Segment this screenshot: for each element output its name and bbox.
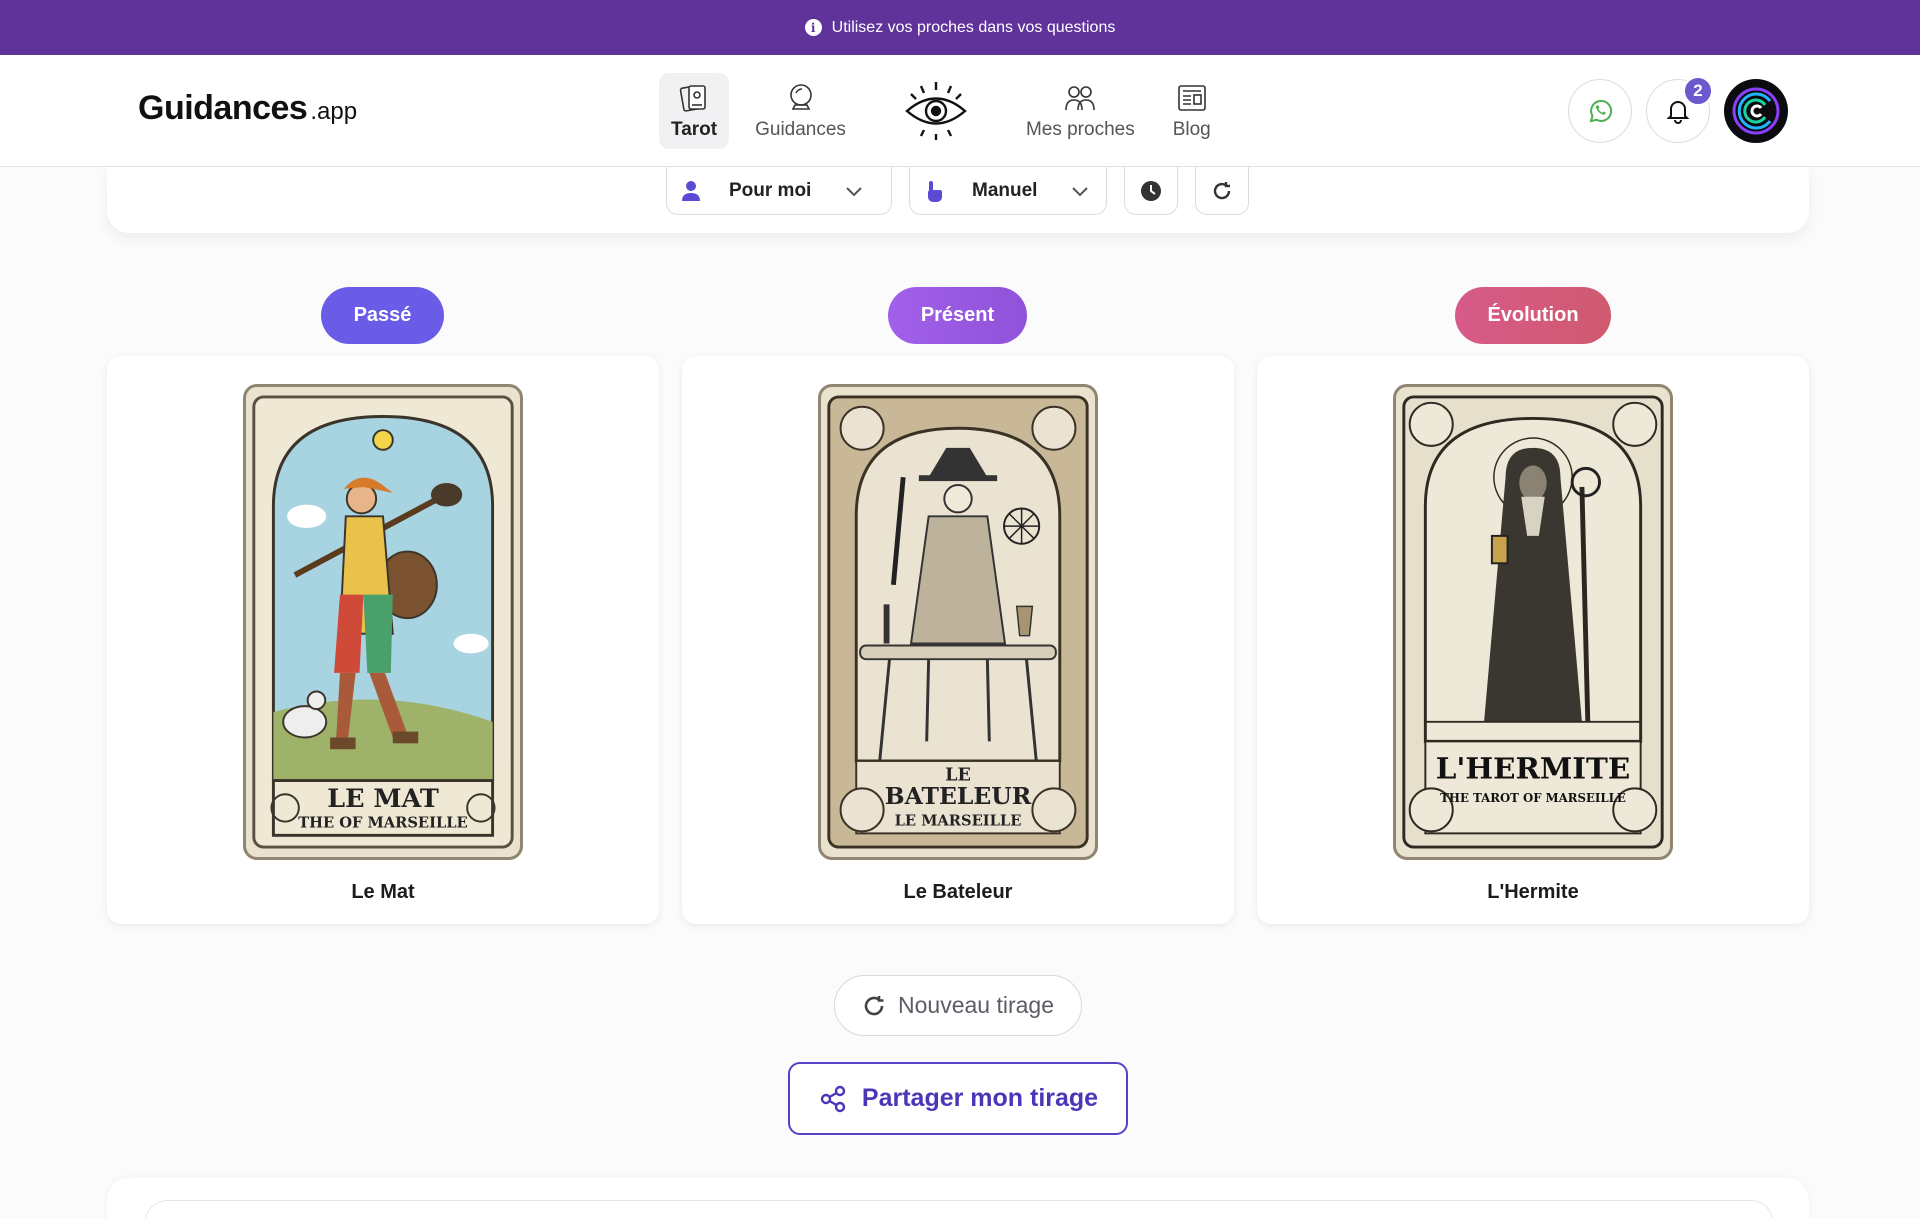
- tarot-card-le-mat[interactable]: LE MAT THE OF MARSEILLE: [243, 384, 523, 860]
- nav-mes-proches-label: Mes proches: [1025, 119, 1135, 140]
- chevron-down-icon: [846, 186, 863, 196]
- logo[interactable]: Guidances .app: [138, 89, 357, 128]
- info-banner: i Utilisez vos proches dans vos question…: [0, 0, 1920, 55]
- nav-tarot-label: Tarot: [671, 119, 718, 140]
- nav-eye[interactable]: [894, 73, 978, 149]
- profile-logo-icon: [1732, 87, 1780, 135]
- card-panel-present[interactable]: LE BATELEUR LE MARSEILLE Le Bateleur: [682, 356, 1234, 924]
- people-icon: [1065, 86, 1096, 111]
- subject-select-value: Pour moi: [729, 179, 812, 201]
- l-hermite-card-title: L'HERMITE: [1436, 751, 1631, 786]
- nav-blog[interactable]: Blog: [1161, 73, 1223, 149]
- user-icon: [682, 180, 700, 201]
- notifications-button[interactable]: 2: [1646, 76, 1713, 143]
- draw-controls: Pour moi Manuel: [666, 167, 1249, 215]
- history-button[interactable]: [1124, 167, 1178, 215]
- card-name-past: Le Mat: [351, 881, 415, 903]
- le-bateleur-card-art: LE BATELEUR LE MARSEILLE: [827, 395, 1089, 849]
- interpretation-panel-inner: [145, 1200, 1773, 1218]
- le-bateleur-card-title: BATELEUR: [885, 782, 1032, 810]
- refresh-icon: [864, 995, 884, 1015]
- pointer-hand-icon: [928, 180, 942, 202]
- tarot-cards-icon: [679, 85, 706, 112]
- logo-main: Guidances: [138, 89, 308, 127]
- chevron-down-icon: [1072, 186, 1089, 196]
- l-hermite-card-art: L'HERMITE THE TAROT OF MARSEILLE: [1402, 395, 1664, 849]
- nav-tarot[interactable]: Tarot: [659, 73, 730, 149]
- whatsapp-icon: [1589, 99, 1613, 123]
- avatar[interactable]: [1724, 79, 1788, 143]
- main-nav: Tarot Guidances Mes proches Blog: [659, 73, 1237, 149]
- l-hermite-card-subtitle: THE TAROT OF MARSEILLE: [1440, 791, 1626, 805]
- position-pill-past: Passé: [321, 287, 444, 344]
- header: Guidances .app Tarot Guidances Mes proch…: [0, 55, 1920, 167]
- refresh-button[interactable]: [1195, 167, 1249, 215]
- nav-blog-label: Blog: [1172, 119, 1211, 140]
- mode-select-value: Manuel: [972, 179, 1038, 201]
- crystal-ball-icon: [789, 84, 812, 110]
- card-panel-past[interactable]: LE MAT THE OF MARSEILLE Le Mat: [107, 356, 659, 924]
- le-mat-card-art: LE MAT THE OF MARSEILLE: [252, 395, 514, 849]
- position-pill-present: Présent: [888, 287, 1027, 344]
- position-pill-evolution: Évolution: [1455, 287, 1611, 344]
- card-name-present: Le Bateleur: [903, 881, 1013, 903]
- nav-guidances-label: Guidances: [755, 119, 846, 140]
- tarot-card-l-hermite[interactable]: L'HERMITE THE TAROT OF MARSEILLE: [1393, 384, 1673, 860]
- le-bateleur-card-subtitle: LE MARSEILLE: [895, 813, 1022, 830]
- tarot-card-le-bateleur[interactable]: LE BATELEUR LE MARSEILLE: [818, 384, 1098, 860]
- refresh-icon: [1213, 181, 1231, 199]
- nav-guidances[interactable]: Guidances: [743, 73, 858, 149]
- header-actions: 2: [1568, 76, 1788, 143]
- clock-icon: [1141, 180, 1161, 201]
- card-name-evolution: L'Hermite: [1487, 881, 1579, 903]
- newspaper-icon: [1177, 85, 1206, 111]
- eye-icon: [905, 82, 967, 140]
- share-icon: [820, 1085, 846, 1112]
- banner-text: Utilisez vos proches dans vos questions: [831, 18, 1116, 36]
- info-icon: i: [804, 19, 822, 36]
- nav-mes-proches[interactable]: Mes proches: [1014, 73, 1147, 149]
- whatsapp-button[interactable]: [1568, 79, 1632, 143]
- notifications-badge: 2: [1683, 76, 1713, 106]
- new-draw-label: Nouveau tirage: [898, 992, 1054, 1018]
- le-mat-card-title: LE MAT: [327, 783, 439, 813]
- mode-select[interactable]: Manuel: [909, 167, 1107, 215]
- share-draw-button[interactable]: Partager mon tirage: [788, 1062, 1128, 1135]
- new-draw-button[interactable]: Nouveau tirage: [834, 975, 1082, 1036]
- subject-select[interactable]: Pour moi: [666, 167, 892, 215]
- logo-suffix: .app: [310, 98, 358, 125]
- le-mat-card-subtitle: THE OF MARSEILLE: [298, 815, 467, 832]
- card-panel-evolution[interactable]: L'HERMITE THE TAROT OF MARSEILLE L'Hermi…: [1257, 356, 1809, 924]
- share-draw-label: Partager mon tirage: [861, 1084, 1099, 1112]
